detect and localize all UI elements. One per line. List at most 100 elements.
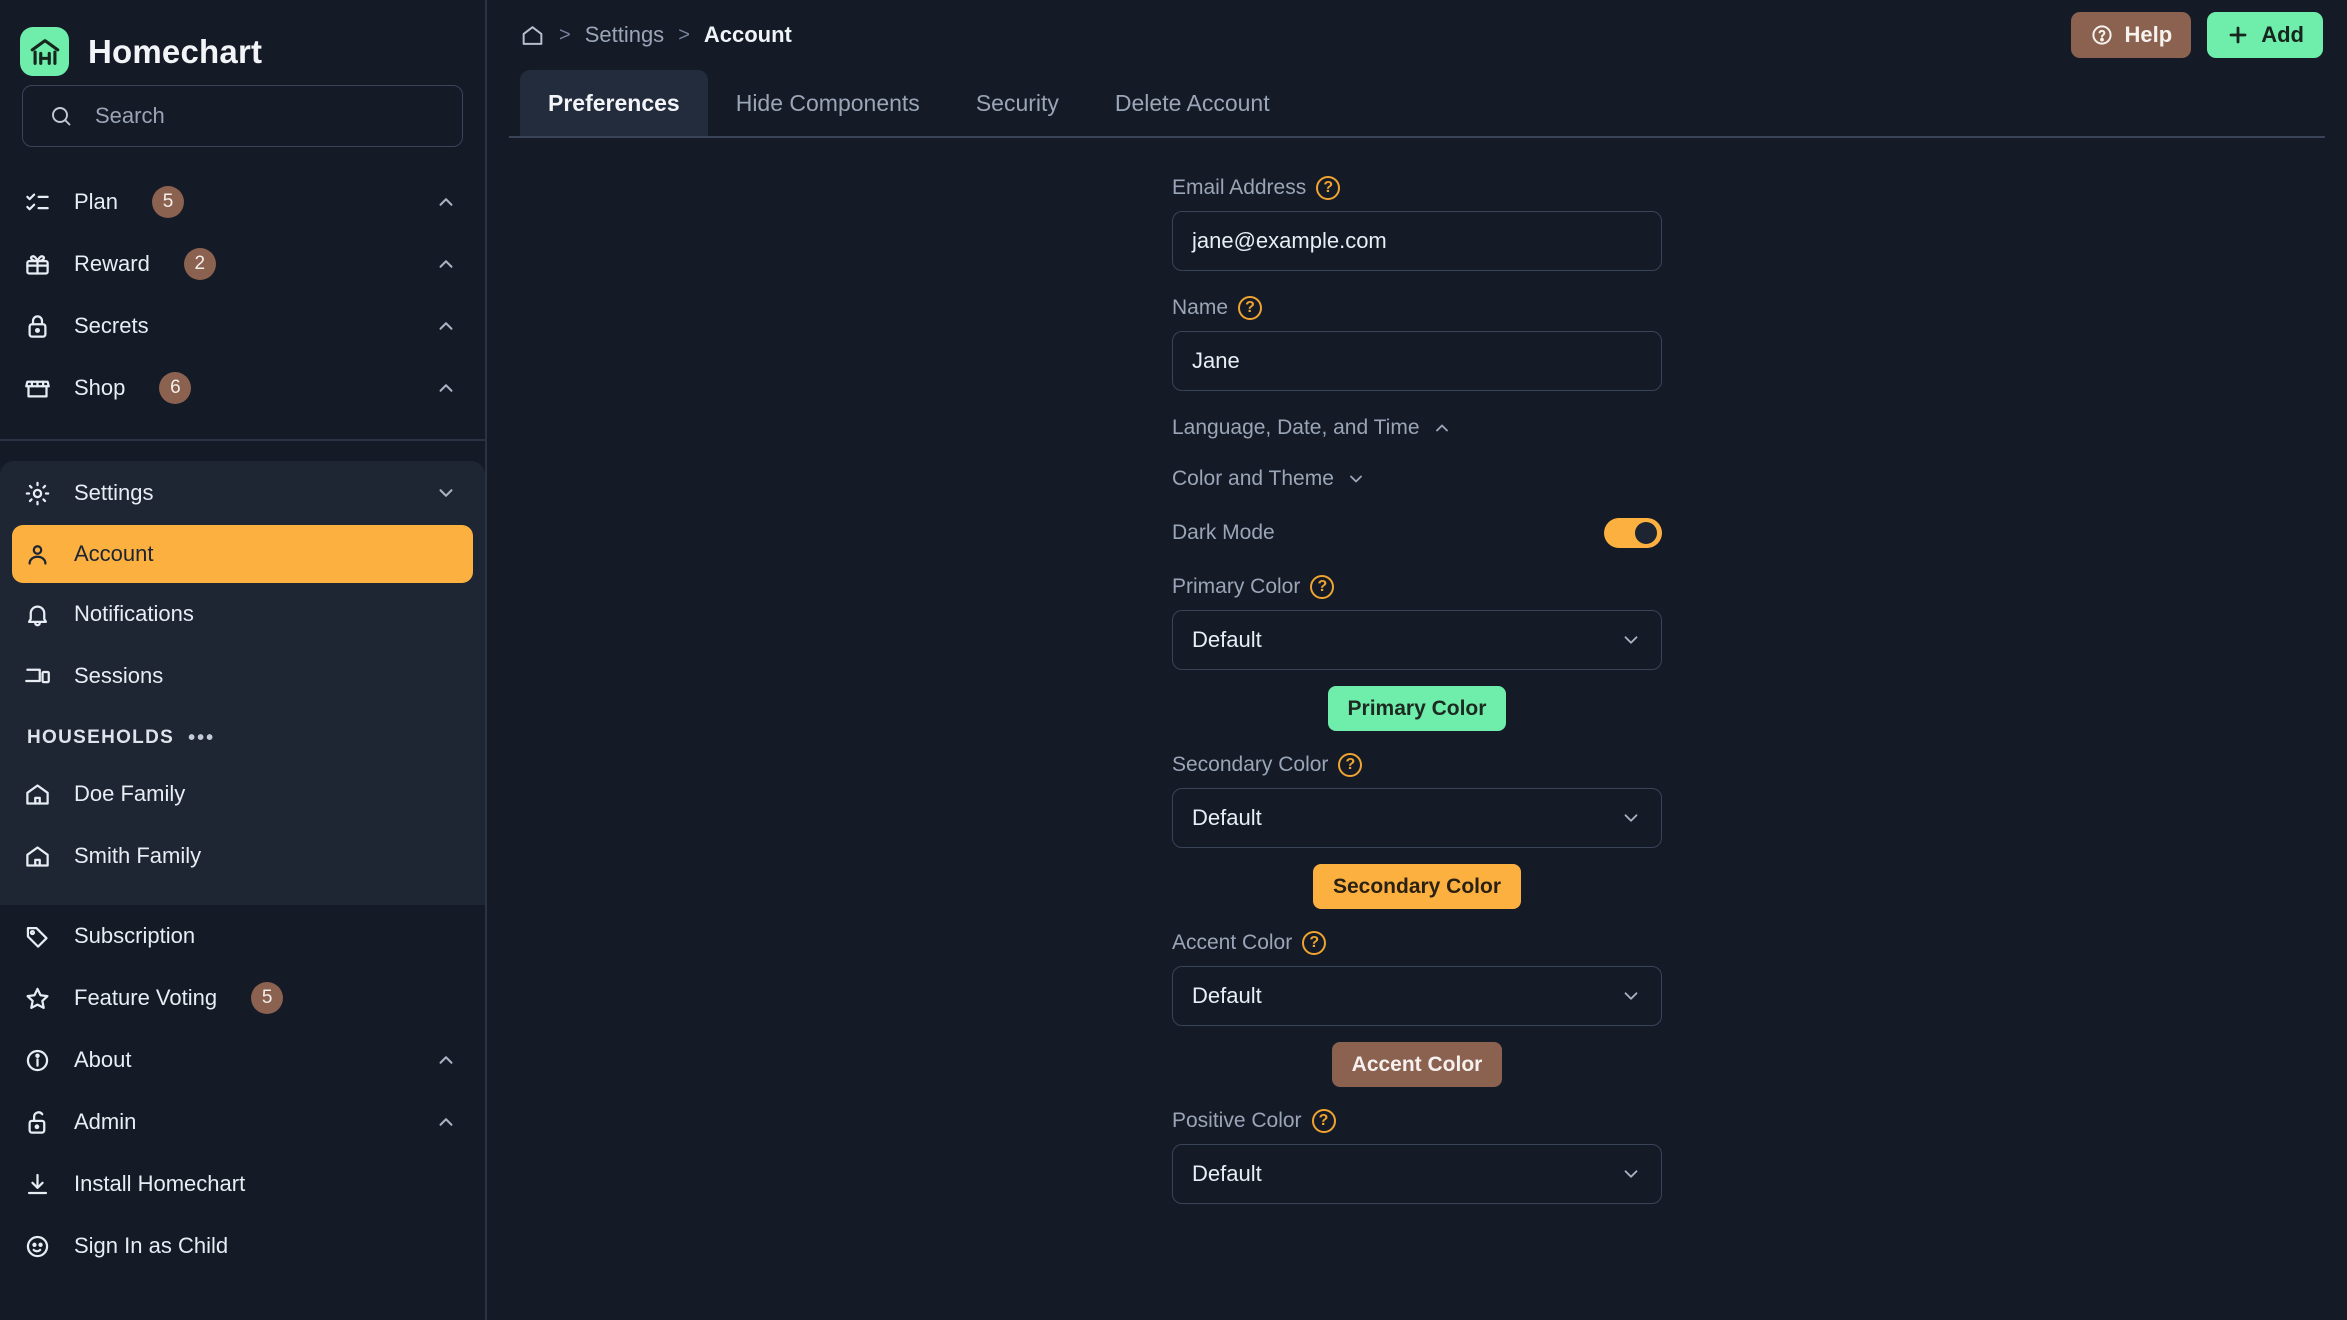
accent-color-select[interactable]: Default	[1172, 966, 1662, 1026]
help-icon[interactable]: ?	[1338, 753, 1363, 777]
sidebar-item-about[interactable]: About	[0, 1029, 485, 1091]
ellipsis-icon[interactable]: •••	[188, 728, 215, 748]
chevron-up-icon[interactable]	[435, 1111, 457, 1133]
help-icon[interactable]: ?	[1310, 575, 1335, 599]
email-input[interactable]: jane@example.com	[1172, 211, 1662, 271]
sidebar-item-label: Reward	[74, 251, 150, 276]
chevron-up-icon[interactable]	[435, 377, 457, 399]
add-button[interactable]: Add	[2207, 12, 2323, 58]
dark-mode-label: Dark Mode	[1172, 521, 1275, 544]
search-placeholder: Search	[95, 103, 165, 128]
secondary-color-select[interactable]: Default	[1172, 788, 1662, 848]
tab-delete-account[interactable]: Delete Account	[1087, 70, 1298, 136]
name-label-row: Name ?	[1172, 296, 1662, 320]
sidebar-item-label: Doe Family	[74, 781, 186, 806]
email-field-group: Email Address ? jane@example.com	[1172, 176, 1662, 271]
help-button[interactable]: Help	[2070, 12, 2192, 58]
chevron-up-icon[interactable]	[435, 253, 457, 275]
sidebar-item-doe-family[interactable]: Doe Family	[0, 763, 485, 825]
primary-color-swatch-wrap: Primary Color	[1172, 686, 1662, 731]
primary-color-swatch[interactable]: Primary Color	[1327, 686, 1507, 731]
households-header: HOUSEHOLDS •••	[0, 707, 485, 763]
sidebar-item-shop[interactable]: Shop 6	[0, 357, 485, 419]
download-icon	[22, 1169, 52, 1199]
sidebar-item-plan[interactable]: Plan 5	[0, 171, 485, 233]
help-icon[interactable]: ?	[1302, 931, 1327, 955]
help-icon[interactable]: ?	[1316, 176, 1341, 200]
question-circle-icon	[2090, 23, 2114, 47]
bell-icon	[22, 599, 52, 629]
chevron-down-icon[interactable]	[435, 482, 457, 504]
help-icon[interactable]: ?	[1238, 296, 1263, 320]
accent-color-swatch-wrap: Accent Color	[1172, 1042, 1662, 1087]
sidebar-item-feature-voting[interactable]: Feature Voting 5	[0, 967, 485, 1029]
primary-color-select[interactable]: Default	[1172, 610, 1662, 670]
secondary-color-swatch[interactable]: Secondary Color	[1312, 864, 1522, 909]
primary-color-label: Primary Color	[1172, 575, 1301, 598]
tab-hide-components[interactable]: Hide Components	[708, 70, 948, 136]
help-icon[interactable]: ?	[1311, 1109, 1336, 1133]
home-icon[interactable]	[520, 23, 545, 48]
color-and-theme-section[interactable]: Color and Theme	[1172, 467, 1662, 491]
gift-icon	[22, 249, 52, 279]
dark-mode-toggle[interactable]	[1604, 518, 1662, 548]
sidebar-item-account[interactable]: Account	[12, 525, 473, 583]
info-icon	[22, 1045, 52, 1075]
tab-label: Security	[975, 89, 1059, 116]
brand[interactable]: Homechart	[0, 0, 485, 85]
breadcrumb-settings[interactable]: Settings	[585, 22, 665, 48]
breadcrumb-separator: >	[678, 23, 690, 46]
homechart-logo-icon	[20, 27, 69, 76]
child-face-icon	[22, 1231, 52, 1261]
app-root: Homechart Search Plan 5 Reward 2 Secrets…	[0, 0, 2347, 1320]
search-input[interactable]: Search	[22, 85, 463, 147]
sidebar-item-reward[interactable]: Reward 2	[0, 233, 485, 295]
positive-color-label-row: Positive Color ?	[1172, 1109, 1662, 1133]
sidebar-item-label: Sign In as Child	[74, 1233, 229, 1258]
plus-icon	[2226, 23, 2250, 47]
tab-preferences[interactable]: Preferences	[520, 70, 708, 136]
badge-count: 5	[251, 982, 284, 1014]
language-date-time-section[interactable]: Language, Date, and Time	[1172, 416, 1662, 440]
chevron-down-icon	[1346, 469, 1366, 489]
badge-count: 5	[152, 186, 185, 218]
sidebar-item-label: About	[74, 1047, 132, 1072]
badge-count: 2	[183, 248, 216, 280]
search-wrap: Search	[0, 85, 485, 147]
sidebar-item-sessions[interactable]: Sessions	[0, 645, 485, 707]
chevron-up-icon[interactable]	[435, 191, 457, 213]
primary-color-group: Primary Color ? Default Primary Color	[1172, 575, 1662, 731]
accent-color-swatch[interactable]: Accent Color	[1331, 1042, 1503, 1087]
sidebar-item-admin[interactable]: Admin	[0, 1091, 485, 1153]
sidebar-item-label: Account	[74, 541, 154, 566]
breadcrumb-current: Account	[703, 22, 792, 47]
name-input[interactable]: Jane	[1172, 331, 1662, 391]
dark-mode-row: Dark Mode	[1172, 518, 1662, 548]
house-icon	[22, 841, 52, 871]
positive-color-select[interactable]: Default	[1172, 1144, 1662, 1204]
sidebar-item-install-homechart[interactable]: Install Homechart	[0, 1153, 485, 1215]
chevron-up-icon[interactable]	[435, 315, 457, 337]
help-button-label: Help	[2124, 22, 2173, 47]
search-icon	[49, 104, 73, 128]
sidebar-item-subscription[interactable]: Subscription	[0, 905, 485, 967]
secondary-color-label-row: Secondary Color ?	[1172, 753, 1662, 777]
user-icon	[22, 539, 52, 569]
devices-icon	[22, 661, 52, 691]
sidebar-item-sign-in-as-child[interactable]: Sign In as Child	[0, 1215, 485, 1277]
name-value: Jane	[1192, 348, 1240, 373]
sidebar-item-notifications[interactable]: Notifications	[0, 583, 485, 645]
preferences-form: Email Address ? jane@example.com Name ? …	[1172, 138, 1662, 1204]
sidebar-item-label: Notifications	[74, 601, 194, 626]
sidebar-item-settings[interactable]: Settings	[0, 461, 485, 525]
households-label: HOUSEHOLDS	[27, 727, 175, 748]
sidebar-item-label: Plan	[74, 189, 119, 214]
breadcrumb-separator: >	[559, 23, 571, 46]
color-and-theme-label: Color and Theme	[1172, 467, 1334, 490]
topbar-actions: Help Add	[2070, 12, 2323, 58]
chevron-up-icon[interactable]	[435, 1049, 457, 1071]
sidebar-item-smith-family[interactable]: Smith Family	[0, 825, 485, 887]
sidebar-item-secrets[interactable]: Secrets	[0, 295, 485, 357]
tag-icon	[22, 921, 52, 951]
tab-security[interactable]: Security	[948, 70, 1087, 136]
